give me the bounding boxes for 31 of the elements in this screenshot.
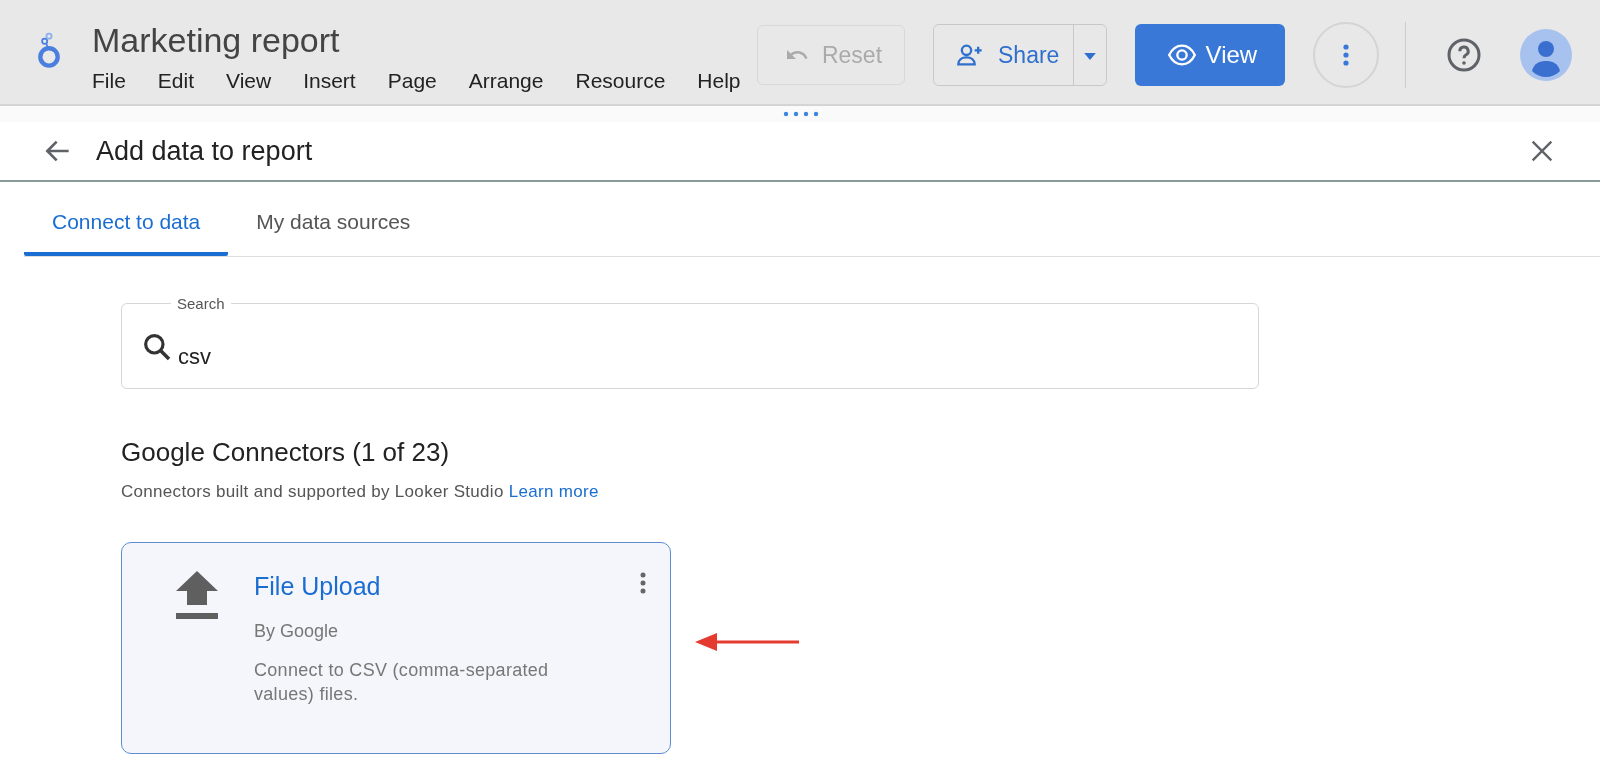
help-icon[interactable] — [1446, 37, 1483, 73]
report-title[interactable]: Marketing report — [92, 20, 340, 60]
upload-icon — [176, 571, 218, 621]
learn-more-link[interactable]: Learn more — [508, 482, 599, 501]
panel-title: Add data to report — [96, 135, 314, 167]
section-description: Connectors built and supported by Looker Studio — [121, 482, 504, 501]
avatar-icon[interactable] — [1520, 29, 1573, 81]
connector-card[interactable]: File Upload By Google Connect to CSV (comma-separated values) files. — [121, 542, 671, 754]
view-button[interactable]: View — [1135, 24, 1286, 86]
menu-item[interactable]: View — [226, 68, 272, 94]
drag-handle-icon[interactable] — [783, 111, 819, 117]
connector-author: By Google — [254, 621, 340, 642]
more-icon — [1343, 44, 1350, 66]
search-label: Search — [171, 297, 231, 311]
more-icon[interactable] — [640, 571, 646, 595]
menu-item[interactable]: Resource — [575, 68, 666, 94]
menu-item[interactable]: Page — [387, 68, 437, 94]
share-button[interactable]: Share — [934, 25, 1075, 85]
connector-description: Connect to CSV (comma-separated values) files. — [254, 659, 550, 706]
menu-item[interactable]: Arrange — [468, 68, 544, 94]
logo-icon — [36, 30, 62, 70]
tab[interactable]: Connect to data — [24, 210, 229, 256]
menu-item[interactable]: Help — [697, 68, 741, 94]
menu-item[interactable]: Insert — [303, 68, 356, 94]
caret-icon — [1084, 52, 1097, 60]
tab[interactable]: My data sources — [228, 210, 439, 256]
menu-item[interactable]: Edit — [157, 68, 195, 94]
connector-name[interactable]: File Upload — [254, 571, 594, 601]
menu-item[interactable]: File — [92, 68, 126, 94]
section-heading: Google Connectors (1 of 23) — [121, 437, 451, 468]
search-icon — [141, 331, 173, 363]
